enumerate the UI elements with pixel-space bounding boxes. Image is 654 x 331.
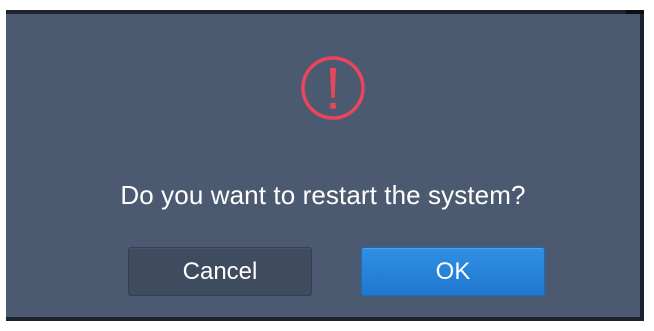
screen: Do you want to restart the system? Cance…	[0, 0, 654, 331]
confirm-restart-dialog: Do you want to restart the system? Cance…	[6, 10, 644, 321]
cancel-button-label: Cancel	[182, 258, 258, 285]
dialog-message: Do you want to restart the system?	[120, 180, 526, 210]
ok-button[interactable]: OK	[361, 247, 545, 296]
warning-exclamation-icon	[301, 56, 365, 120]
cancel-button[interactable]: Cancel	[128, 247, 312, 296]
ok-button-label: OK	[435, 258, 471, 285]
dialog-corner-edge	[626, 10, 644, 14]
